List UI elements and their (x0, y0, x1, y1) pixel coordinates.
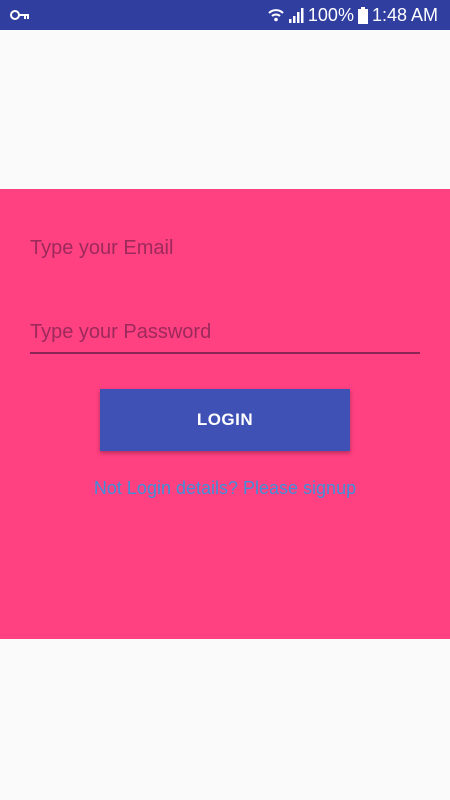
password-field[interactable]: Type your Password (30, 312, 420, 354)
battery-icon (357, 6, 368, 24)
status-right: 100% 1:48 AM (268, 5, 438, 26)
battery-percent: 100% (307, 4, 354, 25)
signup-link[interactable]: Not Login details? Please signup (0, 478, 450, 504)
status-bar: 100% 1:48 AM (0, 0, 450, 30)
password-placeholder: Type your Password (30, 320, 212, 343)
email-field[interactable]: Type your Email (30, 230, 420, 266)
login-button[interactable]: LOGIN (100, 389, 350, 451)
clock: 1:48 AM (371, 4, 438, 25)
signal-icon (288, 7, 304, 23)
email-placeholder: Type your Email (30, 236, 174, 259)
key-icon (10, 9, 30, 21)
wifi-icon (268, 7, 284, 23)
login-button-label: LOGIN (196, 410, 254, 429)
status-left (10, 9, 30, 21)
